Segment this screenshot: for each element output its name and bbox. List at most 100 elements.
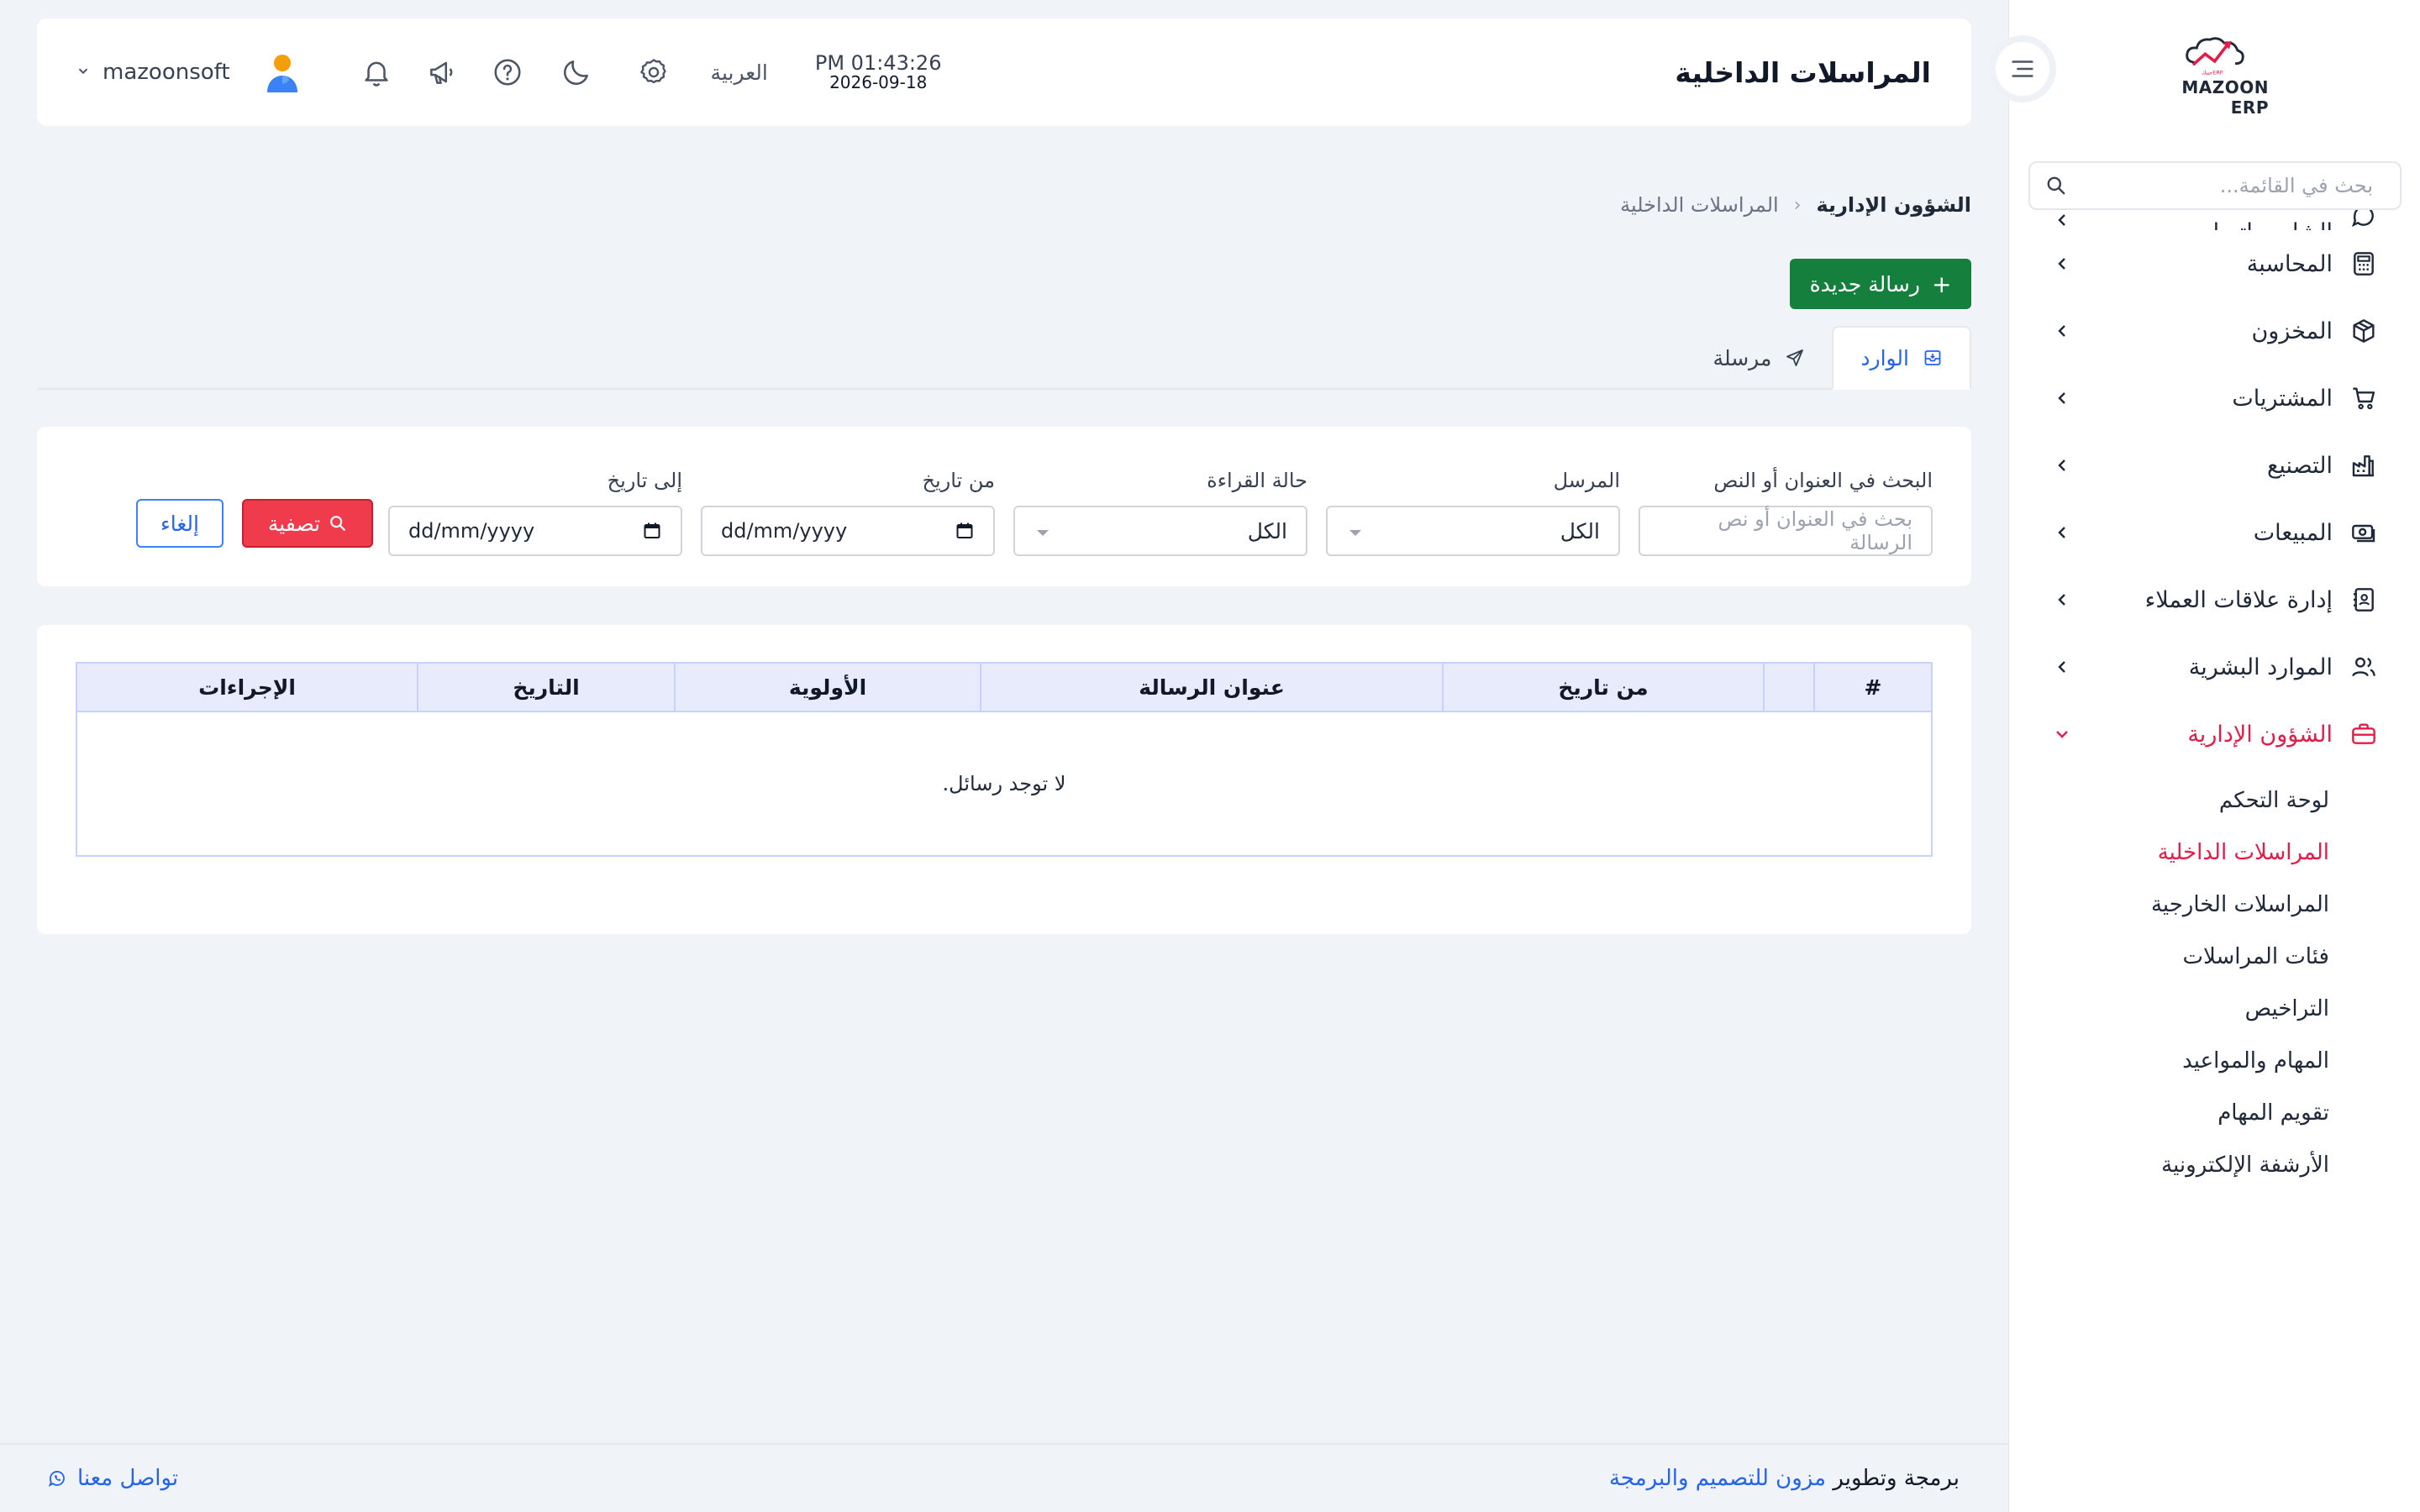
contact-us-link[interactable]: تواصل معنا — [47, 1466, 178, 1491]
new-message-button[interactable]: + رسالة جديدة — [1790, 259, 1971, 309]
avatar[interactable] — [259, 49, 306, 96]
empty-state-message: لا توجد رسائل. — [942, 772, 1066, 795]
sidebar-item-administrative-affairs[interactable]: الشؤون الإدارية — [2009, 701, 2420, 768]
caret-down-icon — [1034, 519, 1052, 543]
breadcrumb-separator: ‹ — [1793, 194, 1802, 216]
sidebar-search-input[interactable] — [2067, 174, 2385, 197]
filter-search-input[interactable]: بحث في العنوان أو نص الرسالة — [1639, 506, 1933, 556]
submenu-item-licenses[interactable]: التراخيص — [2009, 983, 2420, 1035]
message-tabs: الوارد مرسلة — [37, 326, 1971, 390]
filter-from-date-label: من تاريخ — [922, 469, 995, 492]
language-switcher[interactable]: العربية — [711, 60, 768, 85]
gear-icon[interactable] — [635, 54, 672, 91]
search-icon — [2045, 175, 2067, 197]
sidebar-menu: الشات واتساب المحاسبة المخزون المشتريات — [2009, 210, 2420, 1191]
tab-inbox[interactable]: الوارد — [1832, 326, 1971, 390]
chevron-left-icon — [2052, 657, 2072, 677]
administrative-submenu: لوحة التحكم المراسلات الداخلية المراسلات… — [2009, 768, 2420, 1191]
footer: برمجة وتطوير مزون للتصميم والبرمجة تواصل… — [0, 1443, 2008, 1512]
moon-icon[interactable] — [558, 54, 595, 91]
from-date-input[interactable]: dd/mm/yyyy — [701, 506, 995, 556]
sidebar-search[interactable] — [2028, 161, 2402, 210]
breadcrumb-current: المراسلات الداخلية — [1620, 193, 1779, 217]
sidebar-toggle-button[interactable] — [1989, 35, 2056, 102]
menu-lines-icon — [2012, 60, 2033, 77]
from-date-value: dd/mm/yyyy — [721, 519, 848, 543]
to-date-value: dd/mm/yyyy — [408, 519, 535, 543]
company-logo[interactable]: ERPجيبك MAZOON ERP — [2160, 34, 2269, 118]
sidebar-item-manufacturing[interactable]: التصنيع — [2009, 432, 2420, 499]
sidebar-item-label: المحاسبة — [2246, 250, 2333, 277]
submenu-item-electronic-archiving[interactable]: الأرشفة الإلكترونية — [2009, 1139, 2420, 1191]
sender-select[interactable]: الكل — [1326, 506, 1620, 556]
sidebar-item-accounting[interactable]: المحاسبة — [2009, 230, 2420, 297]
footer-brand-link[interactable]: مزون للتصميم والبرمجة — [1609, 1466, 1826, 1491]
to-date-input[interactable]: dd/mm/yyyy — [388, 506, 682, 556]
sidebar-item-crm[interactable]: إدارة علاقات العملاء — [2009, 566, 2420, 633]
sidebar-item-chat[interactable]: الشات واتساب — [2009, 210, 2420, 230]
calendar-icon — [956, 522, 973, 538]
breadcrumb: الشؤون الإدارية ‹ المراسلات الداخلية — [1620, 193, 1971, 217]
filter-search-group: البحث في العنوان أو النص بحث في العنوان … — [1639, 469, 1933, 556]
sidebar: ERPجيبك MAZOON ERP الشات واتساب المحاسبة — [2008, 0, 2420, 1512]
svg-text:ERPجيبك: ERPجيبك — [2202, 70, 2223, 76]
sidebar-item-label: الشات واتساب — [2072, 219, 2333, 230]
megaphone-icon[interactable] — [424, 54, 460, 91]
submenu-item-correspondence-categories[interactable]: فئات المراسلات — [2009, 931, 2420, 983]
messages-panel: # من تاريخ عنوان الرسالة الأولوية التاري… — [37, 625, 1971, 934]
calculator-icon — [2349, 249, 2378, 278]
column-header-priority[interactable]: الأولوية — [674, 664, 980, 711]
submenu-item-tasks-appointments[interactable]: المهام والمواعيد — [2009, 1035, 2420, 1087]
sidebar-item-label: التصنيع — [2267, 452, 2333, 479]
bell-icon[interactable] — [358, 54, 395, 91]
filter-button-label: تصفية — [267, 511, 321, 536]
user-menu[interactable]: mazoonsoft — [76, 60, 230, 85]
column-header-blank — [1763, 664, 1813, 711]
filter-sender-label: المرسل — [1553, 469, 1620, 492]
footer-credit-prefix: برمجة وتطوير — [1833, 1466, 1960, 1491]
filter-from-date-group: من تاريخ dd/mm/yyyy — [701, 469, 995, 556]
filter-search-label: البحث في العنوان أو النص — [1713, 469, 1933, 492]
chevron-down-icon — [76, 63, 91, 81]
submenu-item-external-correspondence[interactable]: المراسلات الخارجية — [2009, 879, 2420, 931]
sender-select-value: الكل — [1560, 518, 1600, 543]
submenu-item-internal-correspondence[interactable]: المراسلات الداخلية — [2009, 827, 2420, 879]
sidebar-item-label: الموارد البشرية — [2188, 654, 2333, 680]
sidebar-item-purchases[interactable]: المشتريات — [2009, 365, 2420, 432]
send-icon — [1786, 349, 1804, 366]
sidebar-item-hr[interactable]: الموارد البشرية — [2009, 633, 2420, 701]
header-toolbar: mazoonsoft العربية PM 01:43:26 2026-09-1… — [76, 49, 941, 96]
submenu-item-tasks-calendar[interactable]: تقويم المهام — [2009, 1087, 2420, 1139]
contacts-book-icon — [2349, 585, 2378, 614]
chevron-left-icon — [2052, 590, 2072, 610]
chevron-left-icon — [2052, 522, 2072, 543]
clock-date: 2026-09-18 — [829, 72, 928, 93]
top-header: المراسلات الداخلية mazoonsoft العربية PM… — [37, 18, 1971, 126]
breadcrumb-root[interactable]: الشؤون الإدارية — [1817, 193, 1972, 217]
sidebar-item-inventory[interactable]: المخزون — [2009, 297, 2420, 365]
column-header-date[interactable]: التاريخ — [417, 664, 674, 711]
filter-to-date-label: إلى تاريخ — [607, 469, 682, 492]
table-header: # من تاريخ عنوان الرسالة الأولوية التاري… — [77, 664, 1931, 712]
submenu-item-dashboard[interactable]: لوحة التحكم — [2009, 774, 2420, 827]
sidebar-item-label: المبيعات — [2253, 519, 2333, 546]
sidebar-item-label: إدارة علاقات العملاء — [2144, 586, 2333, 613]
tab-sent[interactable]: مرسلة — [1686, 326, 1833, 390]
column-header-subject[interactable]: عنوان الرسالة — [980, 664, 1442, 711]
chevron-left-icon — [2052, 254, 2072, 274]
chat-icon — [2349, 210, 2378, 230]
column-header-from[interactable]: من تاريخ — [1442, 664, 1763, 711]
read-status-select[interactable]: الكل — [1013, 506, 1307, 556]
sidebar-item-sales[interactable]: المبيعات — [2009, 499, 2420, 566]
filter-button[interactable]: تصفية — [242, 499, 373, 548]
cash-icon — [2349, 518, 2378, 547]
logo-mark-icon: ERPجيبك — [2186, 37, 2244, 76]
plus-icon: + — [1931, 270, 1952, 298]
caret-down-icon — [1346, 519, 1365, 543]
cancel-button[interactable]: إلغاء — [136, 499, 224, 548]
help-icon[interactable] — [489, 54, 526, 91]
datetime-display: PM 01:43:26 2026-09-18 — [815, 52, 942, 93]
filter-to-date-group: إلى تاريخ dd/mm/yyyy — [388, 469, 682, 556]
chevron-down-icon — [2052, 724, 2072, 744]
sidebar-item-label: المخزون — [2251, 318, 2333, 344]
